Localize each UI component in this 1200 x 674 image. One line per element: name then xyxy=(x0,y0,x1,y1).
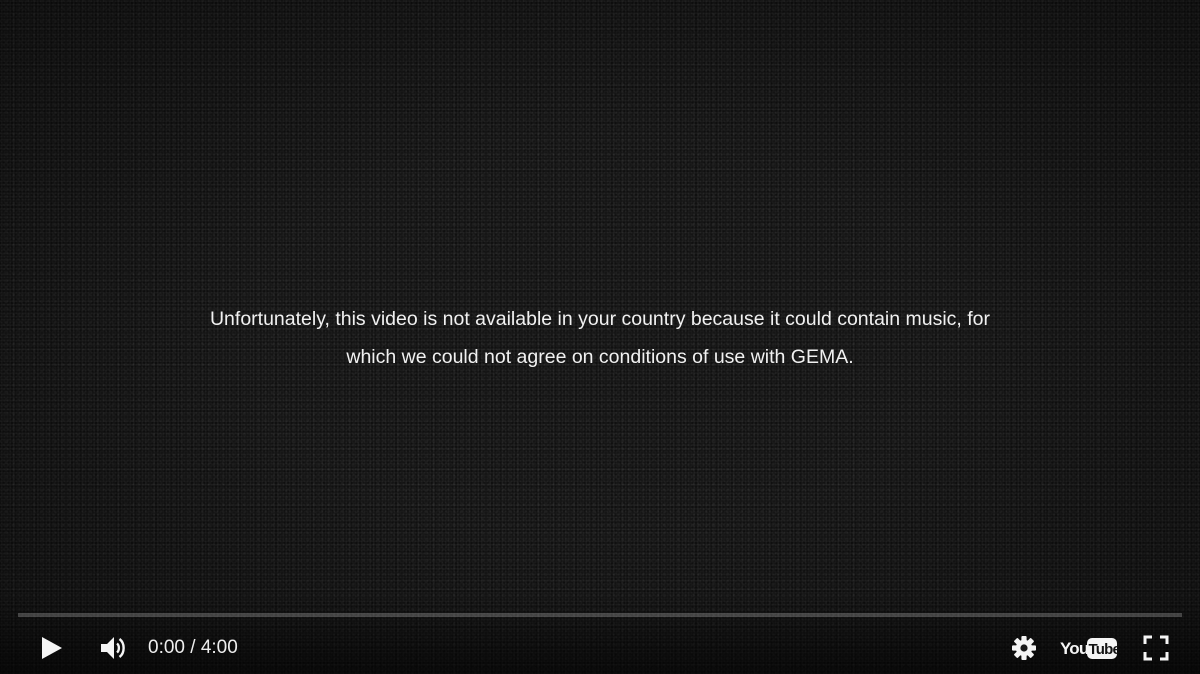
logo-you-text: You xyxy=(1060,639,1089,658)
gear-icon xyxy=(1011,635,1037,661)
current-time: 0:00 xyxy=(148,637,185,658)
youtube-logo-icon: You Tube xyxy=(1060,635,1118,661)
message-line-1: Unfortunately, this video is not availab… xyxy=(209,308,991,330)
player-controls: 0:00 / 4:00 You Tube xyxy=(0,622,1200,672)
time-separator: / xyxy=(184,637,201,658)
video-player[interactable]: Unfortunately, this video is not availab… xyxy=(0,0,1200,674)
volume-icon xyxy=(100,635,128,661)
youtube-logo-button[interactable]: You Tube xyxy=(1056,628,1122,668)
settings-button[interactable] xyxy=(1002,628,1046,668)
message-line-2: which we could not agree on conditions o… xyxy=(346,346,854,368)
play-icon xyxy=(41,636,63,660)
duration: 4:00 xyxy=(200,637,238,658)
fullscreen-button[interactable] xyxy=(1134,628,1178,668)
play-button[interactable] xyxy=(30,628,74,668)
progress-bar[interactable] xyxy=(18,613,1182,617)
time-display: 0:00 / 4:00 xyxy=(148,628,238,668)
unavailable-message: Unfortunately, this video is not availab… xyxy=(150,300,1050,376)
volume-button[interactable] xyxy=(92,628,136,668)
fullscreen-icon xyxy=(1143,635,1169,661)
logo-tube-text: Tube xyxy=(1089,641,1119,658)
